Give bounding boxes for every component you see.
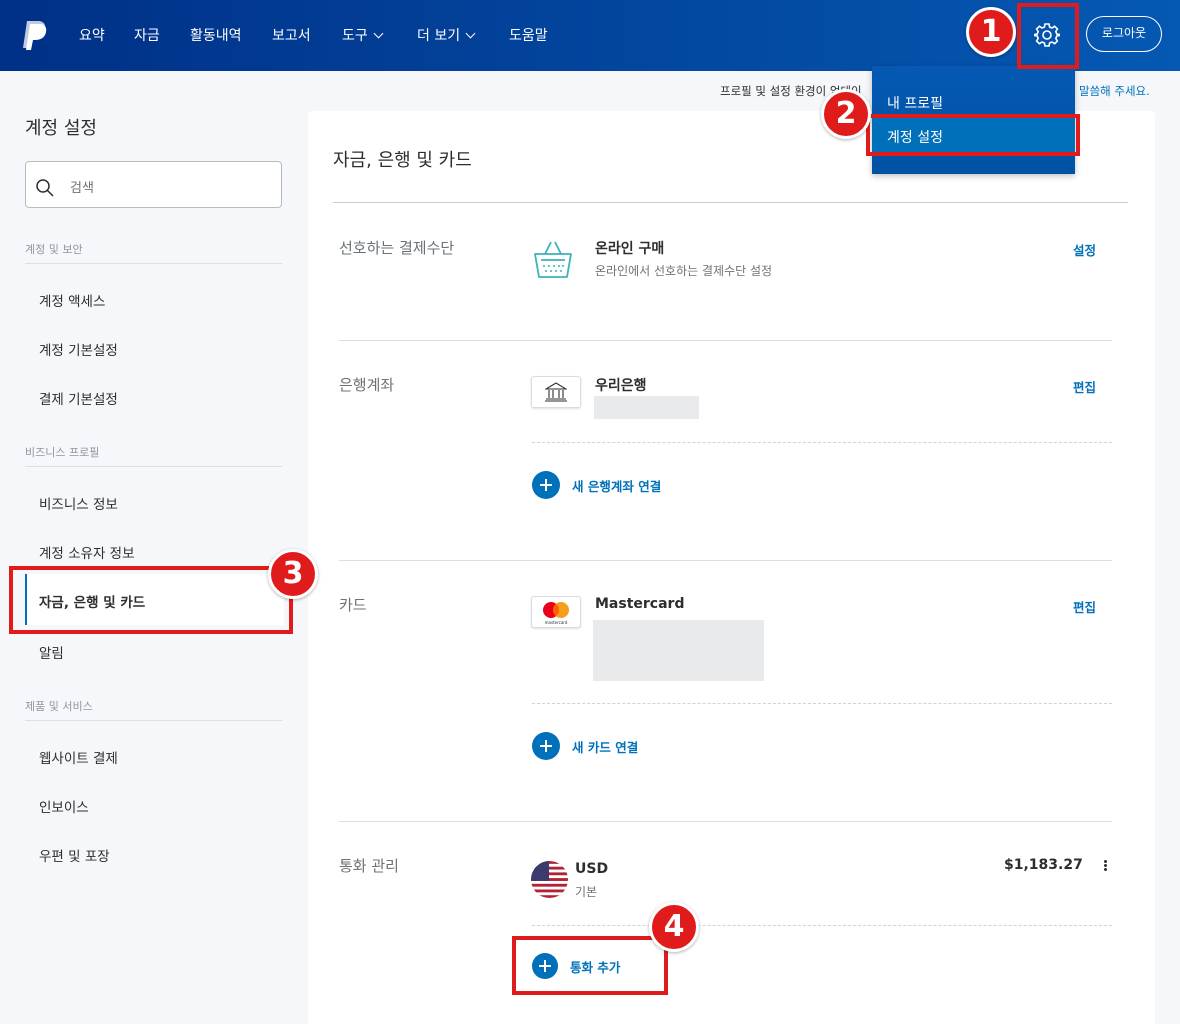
dropdown-item-my-profile[interactable]: 내 프로필 (887, 93, 943, 113)
mastercard-icon: mastercard (543, 602, 569, 625)
nav-tools-label: 도구 (342, 28, 368, 44)
preferred-subtitle: 온라인에서 선호하는 결제수단 설정 (595, 264, 773, 278)
sidebar-section-products-services: 제품 및 서비스 (25, 700, 93, 713)
preferred-settings-link[interactable]: 설정 (1073, 240, 1096, 259)
sidebar-section-business-profile: 비즈니스 프로필 (25, 446, 100, 459)
divider (339, 340, 1112, 341)
step-badge-3: 3 (268, 549, 318, 599)
section-label-bank: 은행계좌 (339, 376, 395, 394)
nav-more[interactable]: 더 보기 (417, 25, 476, 45)
divider (532, 925, 1112, 926)
currency-code: USD (575, 861, 609, 877)
nav-help[interactable]: 도움말 (509, 25, 548, 45)
sidebar-item-account-access[interactable]: 계정 액세스 (39, 290, 105, 310)
svg-text:mastercard: mastercard (545, 620, 568, 625)
nav-summary[interactable]: 요약 (79, 25, 105, 45)
step-badge-4: 4 (649, 902, 699, 952)
add-card-button[interactable]: 새 카드 연결 (532, 732, 638, 760)
bank-icon (545, 382, 567, 402)
preferred-title: 온라인 구매 (595, 241, 665, 257)
plus-icon (532, 471, 560, 499)
sidebar-divider (25, 263, 282, 264)
sidebar-item-shipping[interactable]: 우편 및 포장 (39, 845, 110, 865)
card-edit-link[interactable]: 편집 (1073, 597, 1096, 616)
currency-default-label: 기본 (575, 885, 598, 899)
more-options-icon[interactable] (1104, 860, 1108, 872)
step-badge-1: 1 (966, 7, 1016, 57)
currency-balance: $1,183.27 (1004, 857, 1083, 873)
nav-tools[interactable]: 도구 (342, 25, 384, 45)
sidebar-title: 계정 설정 (25, 118, 97, 139)
sidebar-item-payment-preferences[interactable]: 결제 기본설정 (39, 388, 118, 408)
search-input[interactable]: 검색 (25, 161, 282, 208)
nav-activity[interactable]: 활동내역 (190, 25, 242, 45)
plus-icon (532, 732, 560, 760)
logout-button[interactable]: 로그아웃 (1086, 16, 1162, 52)
search-placeholder: 검색 (70, 181, 94, 196)
section-label-card: 카드 (339, 596, 367, 614)
sidebar-divider (25, 720, 282, 721)
section-label-preferred: 선호하는 결제수단 (339, 239, 455, 257)
divider (333, 202, 1128, 203)
add-bank-label: 새 은행계좌 연결 (572, 478, 662, 494)
nav-more-label: 더 보기 (417, 28, 461, 44)
sidebar-divider (25, 466, 282, 467)
step-badge-2: 2 (821, 89, 871, 139)
highlight-box-3 (9, 566, 293, 634)
sidebar-item-notifications[interactable]: 알림 (39, 642, 64, 662)
sidebar-section-account-security: 계정 및 보안 (25, 243, 83, 256)
highlight-box-4 (512, 936, 668, 995)
paypal-logo[interactable] (20, 20, 48, 50)
search-icon (36, 179, 54, 197)
nav-reports[interactable]: 보고서 (272, 25, 311, 45)
page-title: 자금, 은행 및 카드 (333, 150, 472, 171)
shopping-basket-icon (534, 241, 572, 278)
masked-card-details (593, 620, 764, 681)
bank-title: 우리은행 (595, 378, 647, 394)
bank-edit-link[interactable]: 편집 (1073, 377, 1096, 396)
sidebar-item-account-preferences[interactable]: 계정 기본설정 (39, 339, 118, 359)
notice-feedback-link[interactable]: 말씀해 주세요. (1079, 83, 1150, 99)
masked-account-number (594, 396, 699, 419)
section-label-currency: 통화 관리 (339, 857, 399, 875)
add-card-label: 새 카드 연결 (572, 739, 639, 755)
bank-tile (531, 376, 581, 408)
sidebar-item-owner-info[interactable]: 계정 소유자 정보 (39, 542, 135, 562)
sidebar-item-business-info[interactable]: 비즈니스 정보 (39, 493, 118, 513)
highlight-box-1 (1017, 3, 1079, 69)
divider (339, 821, 1112, 822)
highlight-box-2 (866, 114, 1080, 156)
divider (532, 703, 1112, 704)
us-flag-icon (531, 861, 568, 898)
card-title: Mastercard (595, 596, 685, 612)
mastercard-tile: mastercard (531, 596, 581, 628)
divider (339, 560, 1112, 561)
divider (532, 442, 1112, 443)
chevron-down-icon (465, 28, 476, 39)
nav-funds[interactable]: 자금 (134, 25, 160, 45)
sidebar-item-website-payments[interactable]: 웹사이트 결제 (39, 747, 118, 767)
add-bank-button[interactable]: 새 은행계좌 연결 (532, 471, 661, 499)
chevron-down-icon (373, 28, 384, 39)
sidebar-item-invoices[interactable]: 인보이스 (39, 796, 89, 816)
